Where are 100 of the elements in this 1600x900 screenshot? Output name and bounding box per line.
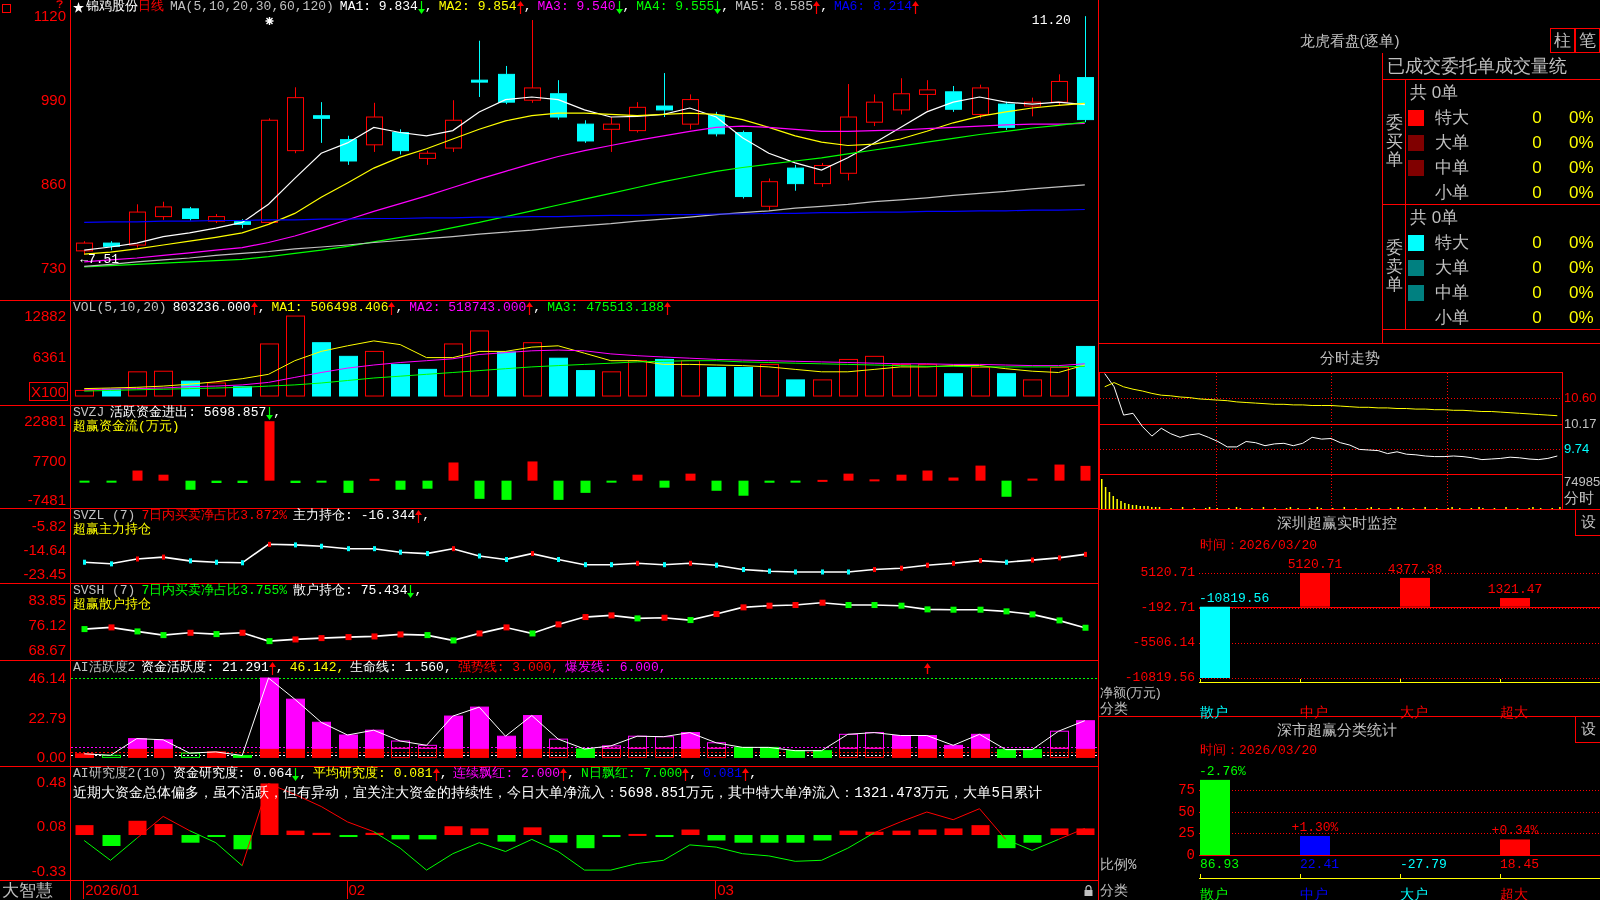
order-percent: 0% — [1569, 181, 1594, 204]
order-count: 0 — [1531, 156, 1543, 179]
axis-tick-label: 0.00 — [36, 749, 66, 766]
axis-tick-label: -14.64 — [23, 541, 66, 558]
order-total: 共 0单 — [1409, 82, 1460, 104]
volume-max-label: 74985 — [1564, 474, 1600, 489]
axis-tick-label: 730 — [40, 260, 66, 277]
axis-tick-label: 9.74 — [1564, 442, 1590, 457]
axis-tick-label: 12882 — [24, 308, 66, 325]
indicator-value: 7日内买卖净占比3.872% — [141, 509, 288, 523]
order-percent: 0% — [1569, 281, 1594, 304]
axis-tick-label: 6361 — [32, 348, 66, 365]
order-count: 0 — [1531, 306, 1543, 329]
separator-comma: , — [523, 0, 532, 14]
change-label: +0.34% — [1491, 824, 1539, 839]
indicator-value: N日飘红: 7.000 — [580, 767, 683, 781]
axis-tick-label: 22881 — [24, 413, 66, 430]
category-label: 散户 — [1199, 704, 1228, 720]
star-icon — [73, 1, 84, 13]
order-size-label: 小单 — [1435, 181, 1470, 204]
axis-tick-label: 860 — [40, 176, 66, 193]
value-label: -27.79 — [1399, 857, 1447, 872]
axis-tick-label: -5.82 — [31, 517, 66, 534]
view-toggle-button[interactable]: 柱 — [1550, 28, 1575, 53]
separator-comma: , — [424, 0, 433, 14]
axis-tick-label: 22.79 — [28, 710, 66, 727]
settings-button[interactable]: 设 — [1575, 510, 1600, 536]
settings-button[interactable]: 设 — [1575, 717, 1600, 743]
order-count: 0 — [1531, 106, 1543, 129]
separator-comma: , — [299, 767, 308, 781]
axis-tick-label: 7700 — [32, 452, 66, 469]
value-label: 22.41 — [1299, 857, 1339, 872]
date-axis-label: 02 — [346, 881, 366, 899]
order-count: 0 — [1531, 256, 1543, 279]
data-label: 5120.71 — [1287, 558, 1343, 572]
view-toggle-button[interactable]: 笔 — [1575, 28, 1600, 53]
indicator-name: MA(5,10,20,30,60,120) — [170, 0, 334, 14]
indicator-value: MA2: 518743.000 — [409, 301, 527, 315]
indicator-value: MA5: 8.585 — [735, 0, 814, 14]
axis-tick-label: 46.14 — [28, 669, 66, 686]
indicator-value: 0.081 — [703, 767, 743, 781]
separator-comma: , — [414, 584, 423, 598]
order-count: 0 — [1531, 131, 1543, 154]
order-size-label: 特大 — [1435, 231, 1470, 254]
value-label: 86.93 — [1199, 857, 1239, 872]
order-size-label: 特大 — [1435, 106, 1470, 129]
volume-caption: 分时 — [1564, 489, 1595, 507]
axis-tick-label: -7481 — [27, 492, 66, 509]
lock-icon — [1084, 885, 1093, 896]
order-percent: 0% — [1569, 306, 1594, 329]
stock-name: 锦鸡股份 — [86, 0, 138, 14]
data-label: 4377.38 — [1387, 562, 1443, 577]
date-axis-label: 03 — [715, 881, 734, 899]
brand-name: 大智慧 — [1, 881, 53, 900]
indicator-value: 活跃资金进出: 5698.857 — [110, 406, 267, 420]
indicator-value: 散户持仓: 75.434 — [293, 584, 408, 598]
star-marker-icon — [264, 16, 275, 26]
axis-tick-label: 1120 — [33, 8, 66, 25]
axis-tick-label: -0.33 — [31, 863, 66, 880]
indicator-value: 7日内买卖净占比3.755% — [141, 584, 288, 598]
price-annotation: 11.20 — [1031, 14, 1071, 29]
order-size-label: 小单 — [1435, 306, 1470, 329]
indicator-value: MA3: 9.540 — [537, 0, 616, 14]
category-label: 中户 — [1299, 704, 1328, 720]
order-total: 共 0单 — [1409, 207, 1460, 229]
separator-comma: , — [336, 661, 345, 675]
axis-tick-label: 83.85 — [28, 591, 66, 608]
separator-comma: , — [567, 767, 575, 781]
indicator-value: 资金研究度: 0.064 — [172, 767, 293, 781]
axis-tick-label: 0 — [1186, 848, 1195, 862]
panel-title: 深市超赢分类统计 — [1276, 720, 1398, 740]
indicator-name: SVZJ — [73, 406, 105, 420]
data-label: -10819.56 — [1199, 591, 1270, 606]
square-icon — [2, 4, 11, 13]
axis-tick-label: -23.45 — [23, 565, 66, 582]
change-label: +1.30% — [1291, 821, 1339, 835]
separator-comma: , — [422, 509, 431, 523]
indicator-value: 平均研究度: 0.081 — [313, 767, 433, 781]
order-percent: 0% — [1569, 256, 1594, 279]
data-label: 1321.47 — [1487, 583, 1543, 597]
value-label: 18.45 — [1499, 857, 1539, 872]
axis-tick-label: 76.12 — [28, 617, 66, 634]
indicator-name: AI研究度2(10) — [73, 767, 167, 781]
indicator-name: SVSH (7) — [73, 584, 136, 598]
up-arrow-marker-icon — [924, 663, 931, 674]
table-title: 已成交委托单成交量统 — [1383, 53, 1600, 80]
separator-comma: , — [658, 661, 667, 675]
order-count: 0 — [1531, 281, 1543, 304]
axis-tick-label: -192.71 — [1140, 601, 1195, 615]
indicator-name: SVZL (7) — [73, 509, 136, 523]
axis-tick-label: 75 — [1178, 783, 1195, 798]
pane-subtitle: 超赢散户持仓 — [73, 598, 152, 612]
indicator-value: 46.142 — [289, 661, 337, 675]
axis-title: 分类 — [1099, 700, 1129, 716]
order-count: 0 — [1531, 231, 1543, 254]
axis-tick-label: 5120.71 — [1140, 566, 1195, 580]
separator-comma: , — [551, 661, 560, 675]
indicator-value: 主力持仓: -16.344 — [293, 509, 416, 523]
side-label: 委买单 — [1385, 113, 1403, 171]
indicator-value: MA1: 506498.406 — [271, 301, 389, 315]
